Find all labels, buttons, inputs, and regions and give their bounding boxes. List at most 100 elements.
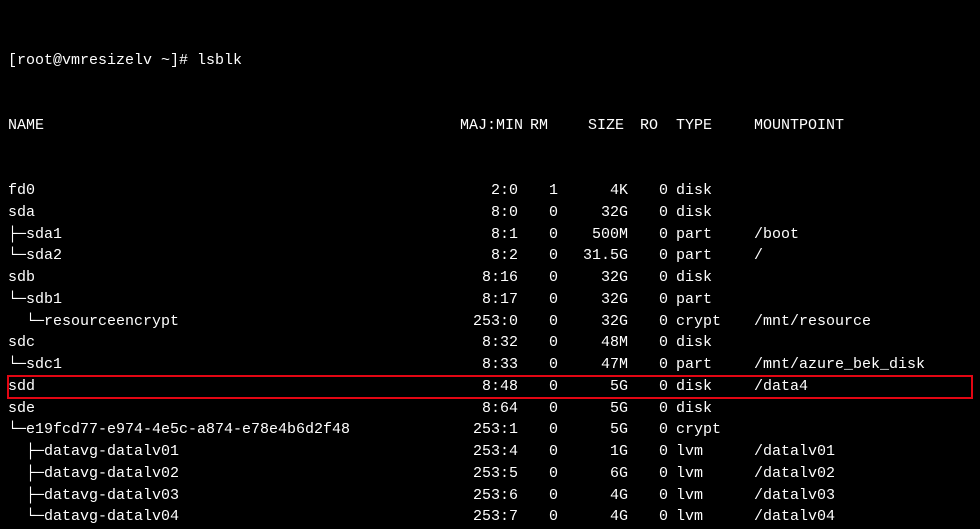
- cell-ro: 0: [628, 289, 668, 311]
- cell-ro: 0: [628, 267, 668, 289]
- cell-rm: 0: [518, 398, 558, 420]
- lsblk-row: fd02:014K0disk: [8, 180, 972, 202]
- cell-name: ├─datavg-datalv02: [8, 463, 438, 485]
- cell-rm: 0: [518, 267, 558, 289]
- cell-mount: [746, 267, 972, 289]
- cell-rm: 0: [518, 311, 558, 333]
- cell-type: disk: [668, 202, 746, 224]
- cell-type: crypt: [668, 419, 746, 441]
- cell-mount: [746, 419, 972, 441]
- lsblk-row: sdd8:4805G0disk/data4: [8, 376, 972, 398]
- cell-rm: 1: [518, 180, 558, 202]
- cell-majmin: 8:32: [438, 332, 518, 354]
- cell-type: lvm: [668, 441, 746, 463]
- cell-size: 5G: [558, 376, 628, 398]
- cell-name: ├─datavg-datalv01: [8, 441, 438, 463]
- cell-rm: 0: [518, 245, 558, 267]
- cell-size: 32G: [558, 267, 628, 289]
- cell-size: 5G: [558, 398, 628, 420]
- cell-name: fd0: [8, 180, 438, 202]
- cell-type: lvm: [668, 506, 746, 528]
- cell-size: 500M: [558, 224, 628, 246]
- cell-name: └─sdc1: [8, 354, 438, 376]
- lsblk-row: ├─datavg-datalv01253:401G0lvm/datalv01: [8, 441, 972, 463]
- cell-size: 32G: [558, 289, 628, 311]
- cell-ro: 0: [628, 245, 668, 267]
- cell-mount: /datalv01: [746, 441, 972, 463]
- cell-ro: 0: [628, 180, 668, 202]
- header-mount: MOUNTPOINT: [746, 115, 972, 137]
- header-rm: RM: [518, 115, 558, 137]
- cell-ro: 0: [628, 202, 668, 224]
- cell-mount: /mnt/resource: [746, 311, 972, 333]
- cell-type: part: [668, 354, 746, 376]
- cell-majmin: 253:1: [438, 419, 518, 441]
- shell-prompt: [root@vmresizelv ~]# lsblk: [8, 50, 972, 72]
- cell-type: disk: [668, 267, 746, 289]
- cell-majmin: 8:48: [438, 376, 518, 398]
- cell-rm: 0: [518, 441, 558, 463]
- cell-size: 48M: [558, 332, 628, 354]
- cell-mount: [746, 289, 972, 311]
- cell-name: ├─sda1: [8, 224, 438, 246]
- cell-ro: 0: [628, 311, 668, 333]
- cell-rm: 0: [518, 376, 558, 398]
- cell-rm: 0: [518, 354, 558, 376]
- cell-mount: /datalv02: [746, 463, 972, 485]
- lsblk-row: ├─sda18:10500M0part/boot: [8, 224, 972, 246]
- cell-mount: /data4: [746, 376, 972, 398]
- cell-type: part: [668, 224, 746, 246]
- lsblk-row: └─e19fcd77-e974-4e5c-a874-e78e4b6d2f4825…: [8, 419, 972, 441]
- cell-rm: 0: [518, 224, 558, 246]
- cell-majmin: 8:0: [438, 202, 518, 224]
- lsblk-row: └─sdc18:33047M0part/mnt/azure_bek_disk: [8, 354, 972, 376]
- cell-size: 4G: [558, 485, 628, 507]
- cell-rm: 0: [518, 463, 558, 485]
- cell-name: ├─datavg-datalv03: [8, 485, 438, 507]
- cell-mount: [746, 398, 972, 420]
- lsblk-row: sde8:6405G0disk: [8, 398, 972, 420]
- cell-size: 31.5G: [558, 245, 628, 267]
- cell-mount: /boot: [746, 224, 972, 246]
- cell-size: 32G: [558, 311, 628, 333]
- lsblk-header: NAME MAJ:MIN RM SIZE RO TYPE MOUNTPOINT: [8, 115, 972, 137]
- cell-name: └─sda2: [8, 245, 438, 267]
- cell-majmin: 8:1: [438, 224, 518, 246]
- cell-majmin: 8:2: [438, 245, 518, 267]
- cell-ro: 0: [628, 332, 668, 354]
- cell-type: crypt: [668, 311, 746, 333]
- cell-ro: 0: [628, 419, 668, 441]
- cell-size: 4G: [558, 506, 628, 528]
- cell-rm: 0: [518, 289, 558, 311]
- cell-mount: [746, 180, 972, 202]
- cell-type: lvm: [668, 463, 746, 485]
- cell-rm: 0: [518, 485, 558, 507]
- cell-name: sdb: [8, 267, 438, 289]
- cell-majmin: 2:0: [438, 180, 518, 202]
- cell-rm: 0: [518, 202, 558, 224]
- cell-ro: 0: [628, 506, 668, 528]
- cell-type: disk: [668, 376, 746, 398]
- lsblk-row: sdc8:32048M0disk: [8, 332, 972, 354]
- cell-name: sdc: [8, 332, 438, 354]
- cell-name: sde: [8, 398, 438, 420]
- lsblk-row: sdb8:16032G0disk: [8, 267, 972, 289]
- cell-mount: /datalv03: [746, 485, 972, 507]
- terminal-output: [root@vmresizelv ~]# lsblk NAME MAJ:MIN …: [0, 0, 980, 529]
- lsblk-row: └─sda28:2031.5G0part/: [8, 245, 972, 267]
- cell-type: lvm: [668, 485, 746, 507]
- cell-majmin: 253:6: [438, 485, 518, 507]
- cell-majmin: 253:7: [438, 506, 518, 528]
- cell-majmin: 8:16: [438, 267, 518, 289]
- cell-type: disk: [668, 398, 746, 420]
- cell-type: part: [668, 289, 746, 311]
- prompt-text: [root@vmresizelv ~]# lsblk: [8, 50, 242, 72]
- cell-name: sda: [8, 202, 438, 224]
- header-type: TYPE: [668, 115, 746, 137]
- cell-majmin: 253:5: [438, 463, 518, 485]
- cell-majmin: 8:17: [438, 289, 518, 311]
- cell-name: └─resourceencrypt: [8, 311, 438, 333]
- cell-name: └─sdb1: [8, 289, 438, 311]
- cell-size: 1G: [558, 441, 628, 463]
- cell-type: disk: [668, 332, 746, 354]
